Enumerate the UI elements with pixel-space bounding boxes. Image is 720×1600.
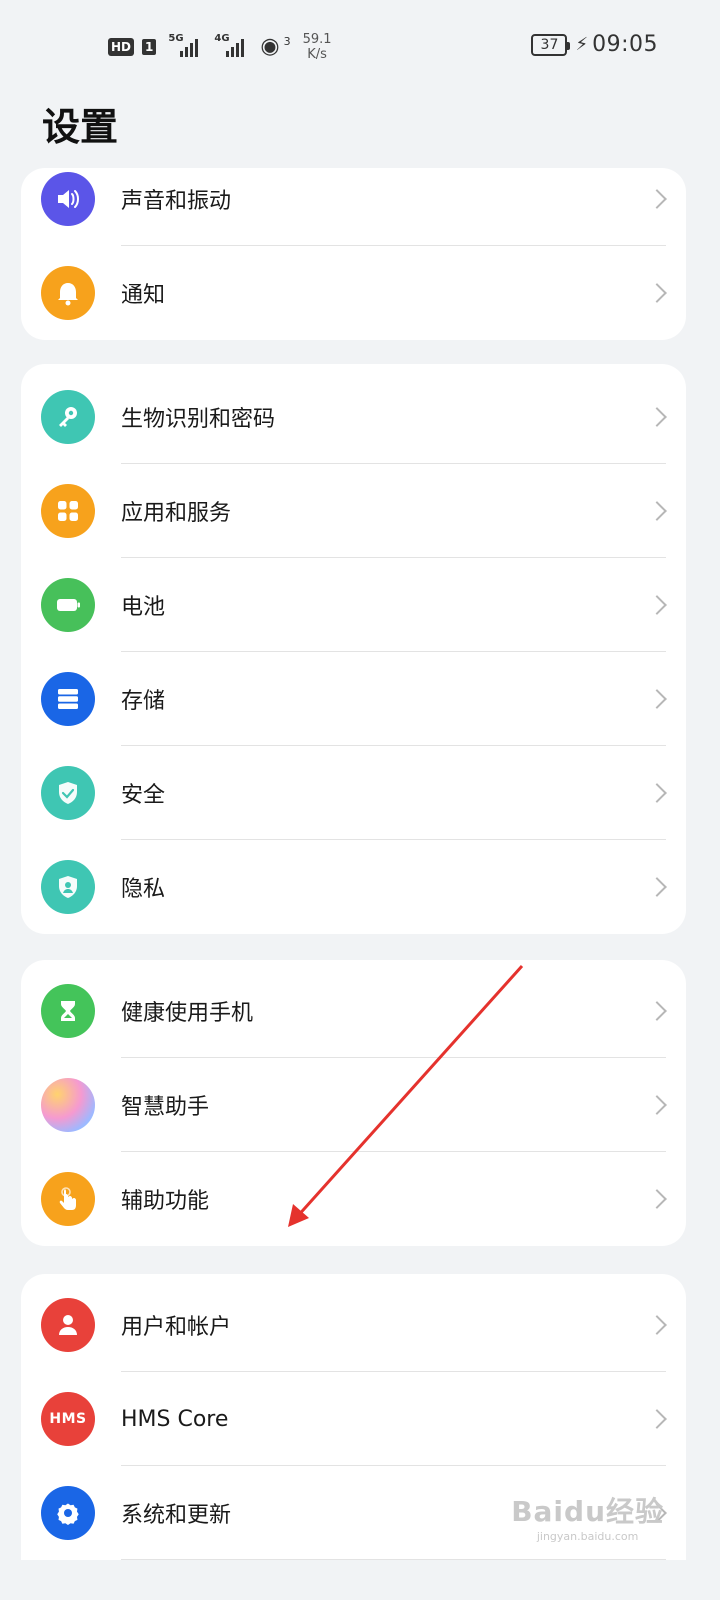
settings-item-label: 系统和更新 [121, 1503, 232, 1528]
hand-pointer-icon [41, 1172, 95, 1226]
charging-bolt-icon: ⚡ [575, 34, 589, 55]
hotspot-icon: ◉ [260, 34, 280, 59]
settings-item-label: 电池 [121, 595, 166, 620]
hourglass-icon [41, 984, 95, 1038]
chevron-right-icon [647, 1189, 667, 1209]
signal-5g-icon: 5G [168, 33, 199, 57]
settings-item-label: 辅助功能 [121, 1189, 210, 1214]
settings-item-digital-balance[interactable]: 健康使用手机 [21, 964, 686, 1058]
page-title: 设置 [42, 105, 119, 149]
settings-item-hms-core[interactable]: HMS HMS Core [21, 1372, 686, 1466]
settings-item-label: 智慧助手 [121, 1095, 210, 1120]
settings-item-label: 健康使用手机 [121, 1001, 254, 1026]
status-bar: HD 1 5G 4G ◉ 3 59.1 K/s 37 ⚡ 09:05 [0, 0, 720, 90]
net-speed: 59.1 K/s [303, 32, 332, 62]
chevron-right-icon [647, 283, 667, 303]
battery-icon [41, 578, 95, 632]
settings-item-privacy[interactable]: 隐私 [21, 840, 686, 934]
apps-icon [41, 484, 95, 538]
volume-icon [41, 172, 95, 226]
watermark-main: Baidu经验 [511, 1495, 664, 1528]
assistant-icon [41, 1078, 95, 1132]
chevron-right-icon [647, 877, 667, 897]
settings-item-label: 用户和帐户 [121, 1315, 232, 1340]
chevron-right-icon [647, 1409, 667, 1429]
battery-level: 37 [531, 33, 571, 56]
settings-group-2: 生物识别和密码 应用和服务 电池 存储 安全 隐私 [21, 364, 686, 934]
watermark-sub: jingyan.baidu.com [536, 1530, 639, 1543]
chevron-right-icon [647, 1315, 667, 1335]
net-5g-label: 5G [168, 33, 184, 44]
settings-item-sound[interactable]: 声音和振动 [21, 168, 686, 246]
settings-item-label: HMS Core [121, 1406, 229, 1432]
baidu-watermark: Baidu经验 jingyan.baidu.com [511, 1490, 664, 1543]
chevron-right-icon [647, 407, 667, 427]
settings-item-users[interactable]: 用户和帐户 [21, 1278, 686, 1372]
status-left: HD 1 5G 4G ◉ 3 59.1 K/s [108, 32, 332, 62]
net-speed-value: 59.1 [302, 32, 332, 47]
gear-icon [41, 1486, 95, 1540]
chevron-right-icon [647, 595, 667, 615]
settings-item-apps[interactable]: 应用和服务 [21, 464, 686, 558]
signal-4g-icon: 4G [214, 33, 245, 57]
settings-item-battery[interactable]: 电池 [21, 558, 686, 652]
hms-icon: HMS [41, 1392, 95, 1446]
status-right: 37 ⚡ 09:05 [531, 32, 658, 57]
settings-item-label: 生物识别和密码 [121, 407, 276, 432]
settings-item-label: 应用和服务 [121, 501, 232, 526]
settings-group-1: 声音和振动 通知 [21, 168, 686, 340]
status-clock: 09:05 [592, 32, 658, 57]
settings-item-label: 存储 [121, 689, 166, 714]
settings-item-biometrics[interactable]: 生物识别和密码 [21, 370, 686, 464]
hotspot-count: 3 [283, 34, 291, 48]
settings-item-label: 声音和振动 [121, 189, 232, 214]
key-icon [41, 390, 95, 444]
settings-group-3: 健康使用手机 智慧助手 辅助功能 [21, 960, 686, 1246]
sim-badge: 1 [142, 39, 157, 55]
chevron-right-icon [647, 1095, 667, 1115]
settings-item-notification[interactable]: 通知 [21, 246, 686, 340]
settings-item-label: 通知 [121, 283, 166, 308]
user-icon [41, 1298, 95, 1352]
settings-item-label: 隐私 [121, 877, 166, 902]
privacy-shield-icon [41, 860, 95, 914]
chevron-right-icon [647, 783, 667, 803]
net-speed-unit: K/s [307, 47, 327, 62]
settings-item-security[interactable]: 安全 [21, 746, 686, 840]
hd-badge: HD [108, 38, 135, 56]
settings-item-assistant[interactable]: 智慧助手 [21, 1058, 686, 1152]
shield-check-icon [41, 766, 95, 820]
settings-item-storage[interactable]: 存储 [21, 652, 686, 746]
chevron-right-icon [647, 189, 667, 209]
settings-item-accessibility[interactable]: 辅助功能 [21, 1152, 686, 1246]
hms-badge-text: HMS [49, 1411, 87, 1427]
chevron-right-icon [647, 689, 667, 709]
net-4g-label: 4G [214, 33, 230, 44]
chevron-right-icon [647, 501, 667, 521]
bell-icon [41, 266, 95, 320]
storage-icon [41, 672, 95, 726]
chevron-right-icon [647, 1001, 667, 1021]
divider [121, 1559, 666, 1560]
settings-item-label: 安全 [121, 783, 166, 808]
